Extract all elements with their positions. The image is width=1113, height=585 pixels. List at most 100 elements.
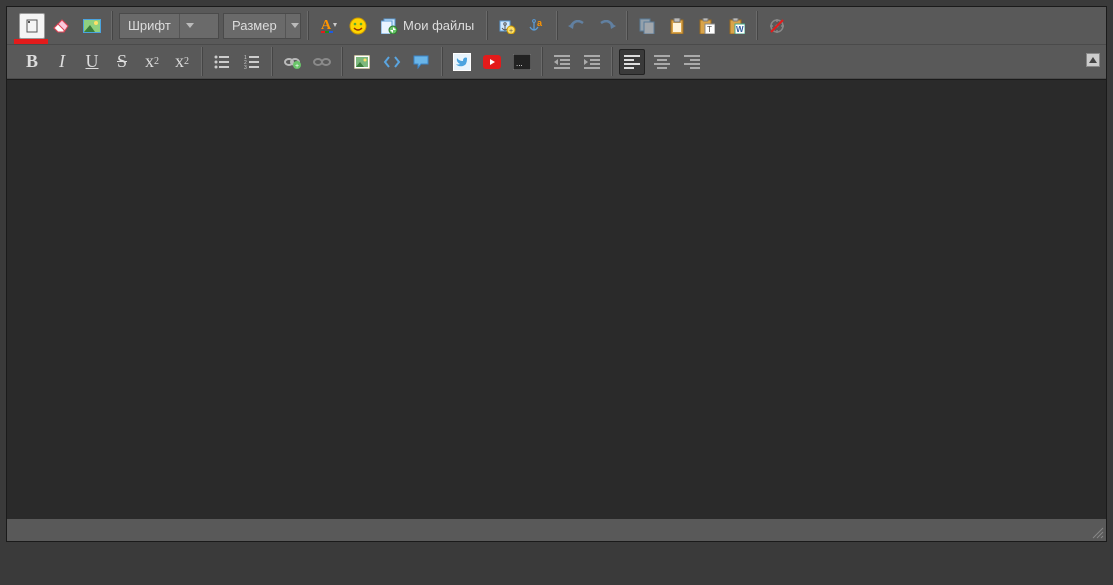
- my-files-button[interactable]: Мои файлы: [375, 13, 480, 39]
- indent-icon: [584, 55, 600, 69]
- outdent-button[interactable]: [549, 49, 575, 75]
- group-link: + a: [487, 11, 557, 40]
- link-icon: +: [283, 55, 301, 69]
- align-center-button[interactable]: [649, 49, 675, 75]
- size-select[interactable]: Размер: [223, 13, 301, 39]
- unlink-button[interactable]: [309, 49, 335, 75]
- bullet-list-icon: [214, 55, 230, 69]
- ordered-list-icon: 123: [244, 55, 260, 69]
- resize-grip-icon: [1090, 525, 1104, 539]
- align-center-icon: [654, 55, 670, 69]
- quote-button[interactable]: [409, 49, 435, 75]
- redo-icon: [598, 20, 616, 32]
- embed-icon: ...: [513, 54, 531, 70]
- eraser-icon: [53, 19, 71, 33]
- paste-icon: [670, 18, 684, 34]
- svg-text:+: +: [295, 63, 299, 69]
- underline-button[interactable]: U: [79, 49, 105, 75]
- bold-label: B: [26, 51, 38, 72]
- size-select-label: Размер: [232, 18, 277, 33]
- superscript-button[interactable]: x2: [169, 49, 195, 75]
- bullet-list-button[interactable]: [209, 49, 235, 75]
- undo-icon: [568, 20, 586, 32]
- files-icon: [381, 18, 399, 34]
- group-textformat: B I U S x2 x2: [13, 47, 202, 76]
- paste-button[interactable]: [664, 13, 690, 39]
- group-source: [13, 11, 112, 40]
- link-button[interactable]: +: [279, 49, 305, 75]
- resize-handle[interactable]: [1090, 525, 1104, 539]
- code-button[interactable]: [379, 49, 405, 75]
- quote-icon: [413, 55, 431, 69]
- copy-button[interactable]: [634, 13, 660, 39]
- svg-text:W: W: [736, 25, 744, 34]
- group-lists: 123: [202, 47, 272, 76]
- clear-format-button[interactable]: [49, 13, 75, 39]
- underline-label: U: [86, 51, 99, 72]
- bold-button[interactable]: B: [19, 49, 45, 75]
- twitter-button[interactable]: [449, 49, 475, 75]
- anchor-button[interactable]: +: [494, 13, 520, 39]
- align-right-icon: [684, 55, 700, 69]
- remove-anchor-button[interactable]: a: [524, 13, 550, 39]
- embed-button[interactable]: ...: [509, 49, 535, 75]
- group-settings: [757, 11, 796, 40]
- editor-container: Шрифт Размер A Мои файлы: [6, 6, 1107, 542]
- toggle-hidden-button[interactable]: [764, 13, 790, 39]
- svg-text:3: 3: [244, 65, 247, 69]
- redo-button[interactable]: [594, 13, 620, 39]
- editor-content-area[interactable]: [7, 79, 1106, 519]
- undo-button[interactable]: [564, 13, 590, 39]
- twitter-icon: [453, 53, 471, 71]
- smiley-icon: [349, 17, 367, 35]
- image-icon: [354, 55, 370, 69]
- youtube-button[interactable]: [479, 49, 505, 75]
- code-icon: [383, 56, 401, 68]
- svg-text:+: +: [509, 28, 513, 34]
- collapse-toolbar-button[interactable]: [1086, 53, 1100, 67]
- group-link2: +: [272, 47, 342, 76]
- media-button[interactable]: [79, 13, 105, 39]
- group-font: Шрифт Размер: [112, 11, 308, 40]
- status-bar: [7, 519, 1106, 541]
- svg-text:T: T: [707, 25, 712, 34]
- source-button[interactable]: [19, 13, 45, 39]
- ordered-list-button[interactable]: 123: [239, 49, 265, 75]
- group-social: ...: [442, 47, 542, 76]
- text-color-button[interactable]: A: [315, 13, 341, 39]
- picture-icon: [83, 19, 101, 33]
- strike-button[interactable]: S: [109, 49, 135, 75]
- align-right-button[interactable]: [679, 49, 705, 75]
- copy-icon: [639, 18, 655, 34]
- outdent-icon: [554, 55, 570, 69]
- sup-base: x: [175, 51, 184, 72]
- indent-button[interactable]: [579, 49, 605, 75]
- align-left-button[interactable]: [619, 49, 645, 75]
- italic-button[interactable]: I: [49, 49, 75, 75]
- font-select-label: Шрифт: [128, 18, 171, 33]
- italic-label: I: [59, 51, 65, 72]
- anchor-icon: +: [498, 18, 516, 34]
- toolbar-row-2: B I U S x2 x2 123 +: [7, 45, 1106, 79]
- text-color-icon: A: [319, 17, 337, 35]
- svg-text:...: ...: [516, 59, 523, 68]
- dropdown-caret-icon: [285, 14, 299, 38]
- smiley-button[interactable]: [345, 13, 371, 39]
- subscript-button[interactable]: x2: [139, 49, 165, 75]
- group-undo: [557, 11, 627, 40]
- toolbar-row-1: Шрифт Размер A Мои файлы: [7, 7, 1106, 45]
- paste-word-button[interactable]: W: [724, 13, 750, 39]
- sub-base: x: [145, 51, 154, 72]
- image-button[interactable]: [349, 49, 375, 75]
- group-embed: [342, 47, 442, 76]
- youtube-icon: [483, 55, 501, 69]
- group-align: [612, 47, 711, 76]
- svg-text:a: a: [537, 18, 543, 28]
- align-left-icon: [624, 55, 640, 69]
- font-select[interactable]: Шрифт: [119, 13, 219, 39]
- svg-text:A: A: [321, 18, 332, 33]
- strike-label: S: [117, 51, 127, 72]
- paste-word-icon: W: [729, 18, 745, 34]
- source-icon: [25, 19, 39, 33]
- paste-text-button[interactable]: T: [694, 13, 720, 39]
